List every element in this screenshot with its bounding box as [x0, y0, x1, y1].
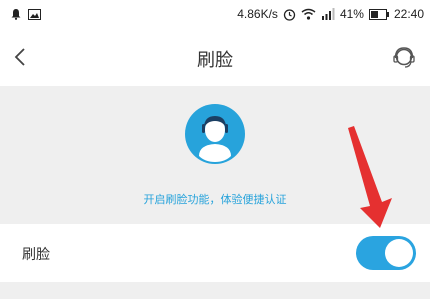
face-toggle-label: 刷脸 [22, 247, 50, 263]
notification-icon [11, 9, 21, 20]
signal-icon [321, 8, 335, 20]
status-bar-right: 4.86K/s 41% 22:40 [237, 7, 424, 21]
alarm-icon [283, 8, 296, 21]
battery-icon [368, 8, 389, 20]
wifi-icon [301, 8, 316, 20]
status-bar: 4.86K/s 41% 22:40 [0, 0, 430, 30]
network-speed: 4.86K/s [237, 7, 278, 21]
page-title: 刷脸 [197, 50, 233, 71]
battery-percent: 41% [339, 7, 364, 21]
clock-time: 22:40 [393, 7, 424, 21]
image-icon [28, 8, 41, 20]
face-avatar-icon [185, 104, 245, 164]
bottom-spacer [0, 282, 430, 299]
customer-service-button[interactable] [390, 43, 418, 71]
toggle-knob [385, 239, 413, 267]
header-bar: 刷脸 [0, 30, 430, 86]
face-toggle-row: 刷脸 [0, 224, 430, 282]
avatar [185, 104, 245, 164]
status-bar-left [10, 8, 41, 20]
face-toggle-switch[interactable] [356, 236, 416, 270]
customer-service-icon [393, 47, 415, 68]
annotation-arrow-icon [348, 126, 392, 228]
